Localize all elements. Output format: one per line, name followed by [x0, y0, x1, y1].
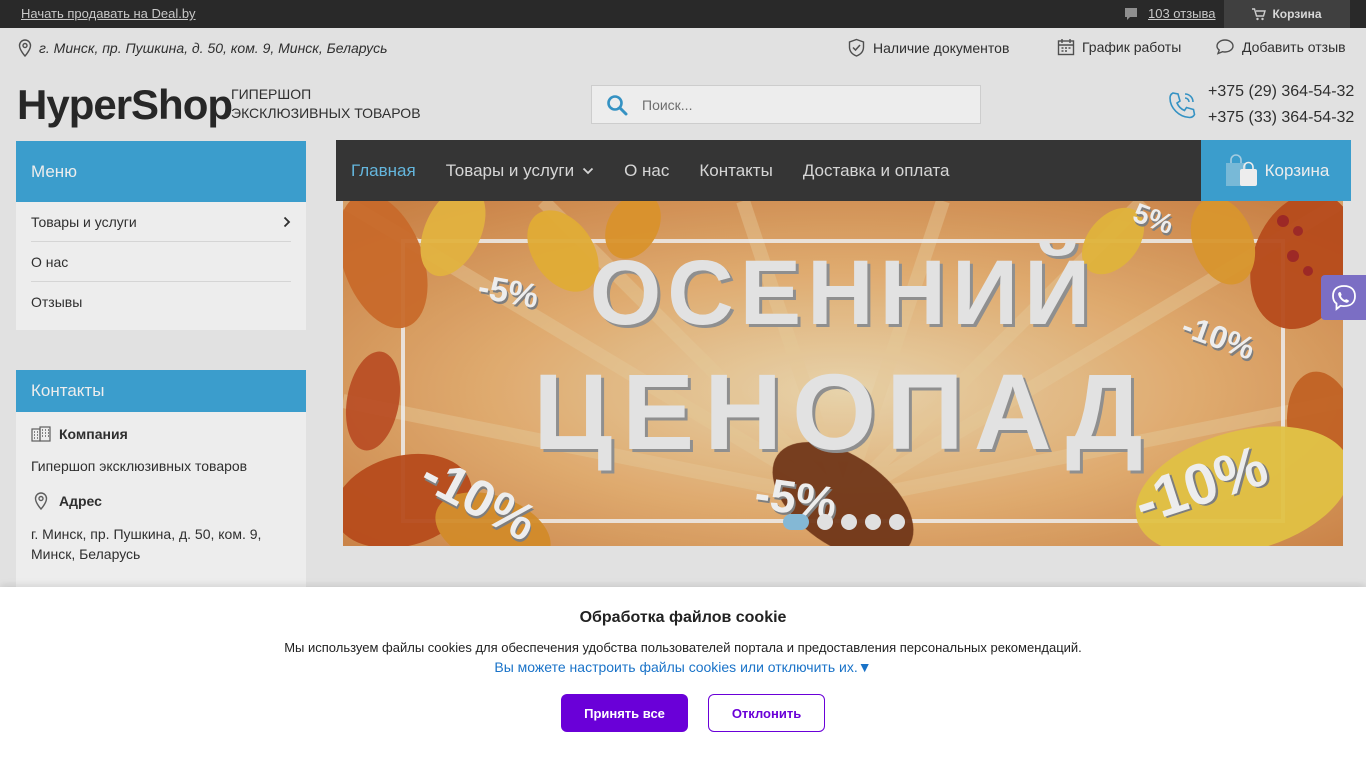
phone-numbers: +375 (29) 364-54-32 +375 (33) 364-54-32 [1208, 79, 1354, 131]
carousel-dot[interactable] [865, 514, 881, 530]
nav-cart-button[interactable]: Корзина [1201, 140, 1351, 201]
phone-number-2[interactable]: +375 (33) 364-54-32 [1208, 105, 1354, 131]
chevron-down-icon [582, 167, 594, 174]
shopping-bag-icon [1225, 153, 1257, 186]
nav-item-products[interactable]: Товары и услуги [446, 161, 594, 181]
sidebar-item-products[interactable]: Товары и услуги [31, 202, 291, 242]
store-address-text: г. Минск, пр. Пушкина, д. 50, ком. 9, Ми… [39, 40, 388, 56]
top-cart-label: Корзина [1272, 7, 1322, 21]
sidebar-menu-title: Меню [16, 141, 306, 202]
company-name: Гипершоп эксклюзивных товаров [31, 458, 248, 474]
nav-item-label: Главная [351, 160, 416, 180]
phone-icon [1169, 92, 1196, 119]
carousel-dot[interactable] [889, 514, 905, 530]
viber-button[interactable] [1321, 275, 1366, 320]
schedule-link-label: График работы [1082, 39, 1182, 55]
cookie-title: Обработка файлов cookie [579, 609, 787, 626]
nav-item-delivery[interactable]: Доставка и оплата [803, 161, 950, 181]
nav-cart-label: Корзина [1264, 160, 1330, 180]
address-line-2: Минск, Беларусь [31, 546, 141, 562]
documents-link[interactable]: Наличие документов [847, 38, 1009, 57]
phone-number-1[interactable]: +375 (29) 364-54-32 [1208, 79, 1354, 105]
top-cart-button[interactable]: Корзина [1224, 0, 1350, 28]
company-heading: Компания [31, 426, 291, 442]
carousel-dot[interactable] [841, 514, 857, 530]
address-heading: Адрес [31, 492, 291, 510]
slogan-line-2: ЭКСКЛЮЗИВНЫХ ТОВАРОВ [231, 105, 421, 121]
search-icon [607, 94, 628, 115]
add-review-link-label: Добавить отзыв [1242, 39, 1346, 55]
sidebar-contacts-title: Контакты [16, 370, 306, 412]
nav-item-label: Доставка и оплата [802, 160, 950, 180]
store-address[interactable]: г. Минск, пр. Пушкина, д. 50, ком. 9, Ми… [17, 39, 387, 57]
carousel-dots [783, 514, 913, 530]
sidebar-menu: Товары и услуги О нас Отзывы [16, 202, 306, 330]
add-review-link[interactable]: Добавить отзыв [1215, 38, 1346, 56]
shield-check-icon [848, 38, 865, 57]
location-icon [34, 492, 48, 510]
sidebar-item-about[interactable]: О нас [31, 242, 291, 282]
viber-icon [1331, 284, 1356, 311]
site-slogan: ГИПЕРШОП ЭКСКЛЮЗИВНЫХ ТОВАРОВ [231, 85, 421, 123]
decline-button[interactable]: Отклонить [708, 694, 825, 732]
documents-link-label: Наличие документов [873, 39, 1010, 56]
nav-item-home[interactable]: Главная [351, 161, 416, 181]
start-selling-link[interactable]: Начать продавать на Deal.by [21, 6, 196, 21]
address-heading-label: Адрес [59, 493, 102, 509]
search-input[interactable] [642, 96, 962, 113]
address-line-1: г. Минск, пр. Пушкина, д. 50, ком. 9, [31, 526, 262, 542]
top-bar: Начать продавать на Deal.by 103 отзыва К… [0, 0, 1366, 28]
slogan-line-1: ГИПЕРШОП [231, 86, 312, 102]
reviews-link-label: 103 отзыва [1148, 6, 1216, 21]
location-icon [18, 39, 32, 57]
search-box [591, 85, 981, 124]
nav-item-label: Контакты [699, 160, 773, 180]
calendar-icon [1057, 39, 1075, 56]
address-text: г. Минск, пр. Пушкина, д. 50, ком. 9, Ми… [31, 524, 291, 564]
carousel-dot[interactable] [817, 514, 833, 530]
site-logo[interactable]: HyperShop [17, 81, 233, 129]
nav-item-label: О нас [624, 160, 670, 180]
accept-all-button[interactable]: Принять все [561, 694, 688, 732]
cart-icon [1252, 7, 1267, 20]
reviews-link[interactable]: 103 отзыва [1124, 6, 1216, 21]
company-heading-label: Компания [59, 426, 128, 442]
cookie-consent-panel: Обработка файлов cookie Мы используем фа… [0, 587, 1366, 768]
search-button[interactable] [592, 94, 642, 116]
sidebar-item-label: О нас [31, 253, 69, 270]
cookie-settings-link[interactable]: Вы можете настроить файлы cookies или от… [0, 659, 1366, 675]
sidebar-item-label: Отзывы [31, 294, 83, 310]
promo-banner[interactable]: ОСЕННИЙ ЦЕНОПАД -5% -10% -10% -5% -10% 5… [343, 201, 1343, 546]
schedule-link[interactable]: График работы [1057, 38, 1181, 56]
nav-item-about[interactable]: О нас [624, 161, 669, 181]
nav-item-label: Товары и услуги [445, 160, 575, 180]
main-navigation: Главная Товары и услуги О нас Контакты Д… [336, 140, 1351, 201]
info-bar: г. Минск, пр. Пушкина, д. 50, ком. 9, Ми… [0, 28, 1366, 66]
cookie-description: Мы используем файлы cookies для обеспече… [284, 640, 1082, 655]
nav-item-contacts[interactable]: Контакты [699, 161, 772, 181]
chevron-right-icon [283, 216, 291, 227]
chat-icon [1216, 39, 1234, 55]
phones-block: +375 (29) 364-54-32 +375 (33) 364-54-32 [1166, 79, 1354, 131]
sidebar-item-label: Товары и услуги [31, 213, 137, 230]
sidebar-item-reviews[interactable]: Отзывы [31, 282, 291, 322]
comment-icon [1125, 7, 1137, 20]
carousel-dot[interactable] [783, 514, 809, 530]
site-header: HyperShop ГИПЕРШОП ЭКСКЛЮЗИВНЫХ ТОВАРОВ … [0, 73, 1366, 138]
building-icon [31, 426, 51, 442]
